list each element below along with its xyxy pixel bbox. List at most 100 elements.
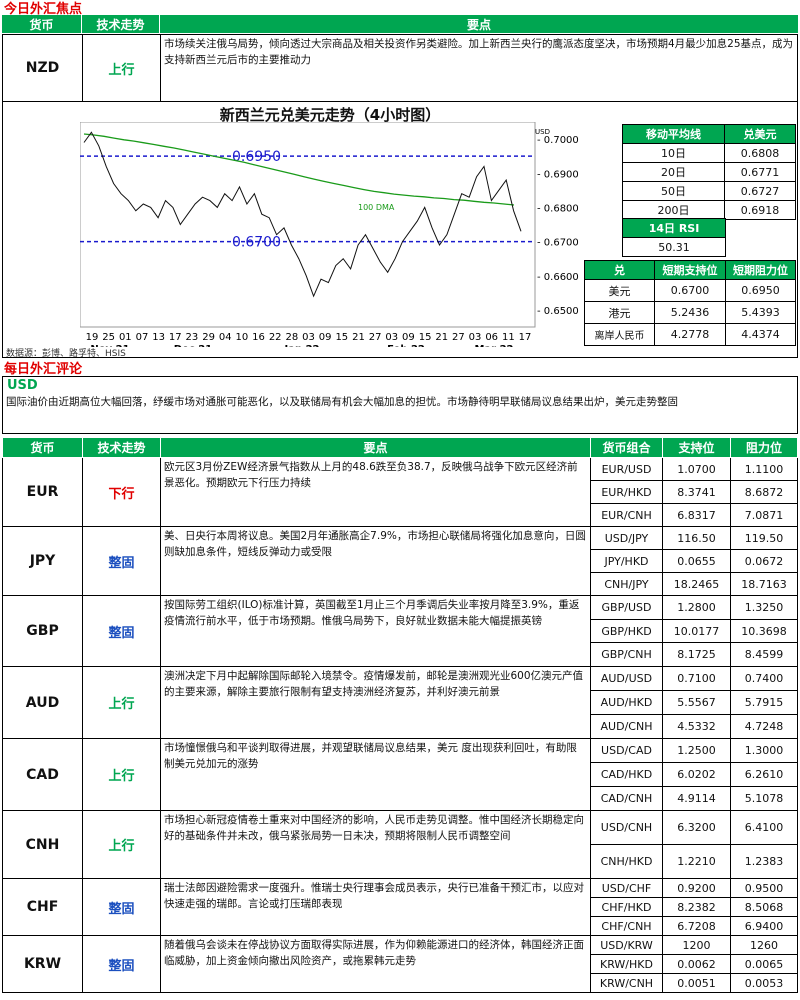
support-level: 1.2800 [662,595,731,620]
pair-name: USD/KRW [590,935,663,955]
support-level: 4.5332 [662,714,731,739]
sr-pair: 港元 [584,301,655,324]
table-row: 50日 0.6727 [622,181,796,201]
commentary-text: 市场担心新冠疫情卷土重来对中国经济的影响，人民币走势见调整。惟中国经济长期稳定向… [160,810,591,879]
support-level: 0.0062 [662,954,731,974]
support-level: 1.2210 [662,844,731,879]
table-row: GBP 整固 按国际劳工组织(ILO)标准计算，英国截至1月止三个月季调后失业率按月… [2,595,798,667]
table-row: JPY 整固 美、日央行本周将议息。美国2月年通胀高企7.9%，市场担心联储局将强化… [2,526,798,596]
pair-name: GBP/HKD [590,619,663,643]
currency-code: GBP [2,595,83,667]
commentary-text: 美、日央行本周将议息。美国2月年通胀高企7.9%，市场担心联储局将强化加息意向，… [160,526,591,596]
comment-header-points: 要点 [160,437,591,458]
x-tick-label: 11 [502,332,515,343]
dma-label: 100 DMA [358,203,395,212]
rsi-table: 14日 RSI 50.31 [622,218,726,257]
x-tick-label: 17 [519,332,532,343]
ma-period: 50日 [622,181,725,201]
usd-text: 国际油价由近期高位大幅回落，纾缓市场对通胀可能恶化，以及联储局有机会大幅加息的担… [6,396,678,408]
resistance-level: 18.7163 [730,572,798,596]
x-tick-label: 15 [419,332,432,343]
ma-value: 0.6727 [724,181,796,201]
sr-resistance: 5.4393 [725,301,796,324]
x-tick-label: 09 [402,332,415,343]
sr-resistance: 0.6950 [725,279,796,302]
trend-label: 整固 [82,935,161,993]
table-row: CAD 上行 市场憧憬俄乌和平谈判取得进展，并观望联储局议息结果，美元 度出现获利回… [2,738,798,811]
ma-value: 0.6771 [724,162,796,182]
pair-name: CNH/JPY [590,572,663,596]
pair-name: GBP/USD [590,595,663,620]
resistance-level: 10.3698 [730,619,798,643]
pair-name: CNH/HKD [590,844,663,879]
support-level: 8.3741 [662,480,731,504]
table-row: 10日 0.6808 [622,143,796,163]
commentary-text: 澳洲决定下月中起解除国际邮轮入境禁令。疫情爆发前，邮轮是澳洲观光业600亿澳元产… [160,666,591,739]
support-level: 0.9200 [662,878,731,898]
pair-name: CHF/CNH [590,916,663,936]
sr-resistance: 4.4374 [725,323,796,346]
y-tick-label: - 0.6700 [537,238,579,249]
x-tick-label: 04 [219,332,232,343]
x-tick-label: 19 [86,332,99,343]
resistance-level: 6.4100 [730,810,798,845]
resistance-level: 1.1100 [730,457,798,481]
pair-name: USD/CHF [590,878,663,898]
usd-label: USD [7,378,38,393]
pair-name: JPY/HKD [590,549,663,573]
pair-name: EUR/USD [590,457,663,481]
pair-name: CHF/HKD [590,897,663,917]
focus-text: 市场续关注俄乌局势，倾向透过大宗商品及相关投资作另类避险。加上新西兰央行的鹰派态… [164,38,794,66]
pair-name: EUR/CNH [590,503,663,527]
x-tick-label: 28 [285,332,298,343]
ma-header-value: 兑美元 [724,124,796,144]
trend-label: 上行 [82,666,161,739]
support-level: 1200 [662,935,731,955]
ma-header-period: 移动平均线 [622,124,725,144]
commentary-text: 欧元区3月份ZEW经济景气指数从上月的48.6跌至负38.7，反映俄乌战争下欧元… [160,457,591,527]
trend-label: 整固 [82,595,161,667]
pair-name: AUD/CNH [590,714,663,739]
resistance-level: 6.9400 [730,916,798,936]
resistance-level: 8.4599 [730,642,798,667]
x-tick-label: 10 [236,332,249,343]
support-level: 0.7100 [662,666,731,691]
focus-currency: NZD [3,35,83,101]
pair-name: GBP/CNH [590,642,663,667]
x-tick-label: 21 [352,332,365,343]
resistance-level: 1260 [730,935,798,955]
resistance-level: 8.5068 [730,897,798,917]
x-tick-label: 23 [186,332,199,343]
trend-label: 整固 [82,526,161,596]
x-tick-label: 21 [435,332,448,343]
comment-table: 货币 技术走势 要点 货币组合 支持位 阻力位 EUR 下行 欧元区3月份ZEW经济… [2,437,798,993]
comment-header-currency: 货币 [2,437,83,458]
x-tick-label: 25 [102,332,115,343]
focus-header-currency: 货币 [2,15,82,33]
ma-period: 20日 [622,162,725,182]
y-tick-label: - 0.6900 [537,169,579,180]
focus-row: NZD 上行 市场续关注俄乌局势，倾向透过大宗商品及相关投资作另类避险。加上新西… [2,34,798,102]
resistance-level: 5.7915 [730,690,798,715]
sr-table: 兑 短期支持位 短期阻力位 美元 0.6700 0.6950 港元 5.2436 5.4… [584,260,796,346]
support-level: 8.1725 [662,642,731,667]
x-tick-label: 03 [469,332,482,343]
focus-header-points: 要点 [466,17,491,32]
table-row: 200日 0.6918 [622,200,796,220]
x-tick-label: 13 [152,332,165,343]
reference-line-label: 0.6950 [232,149,281,165]
support-level: 0.0655 [662,549,731,573]
resistance-level: 119.50 [730,526,798,550]
sr-header-support: 短期支持位 [654,260,726,280]
currency-code: JPY [2,526,83,596]
pair-name: AUD/HKD [590,690,663,715]
sr-support: 4.2778 [654,323,726,346]
support-level: 6.0202 [662,762,731,787]
commentary-text: 按国际劳工组织(ILO)标准计算，英国截至1月止三个月季调后失业率按月降至3.9… [160,595,591,667]
sr-header-resistance: 短期阻力位 [725,260,796,280]
resistance-level: 1.3250 [730,595,798,620]
x-month-label: Feb 22 [387,344,425,347]
table-row: AUD 上行 澳洲决定下月中起解除国际邮轮入境禁令。疫情爆发前，邮轮是澳洲观光业60… [2,666,798,739]
table-row: 美元 0.6700 0.6950 [584,279,796,302]
sr-header-pair: 兑 [584,260,655,280]
